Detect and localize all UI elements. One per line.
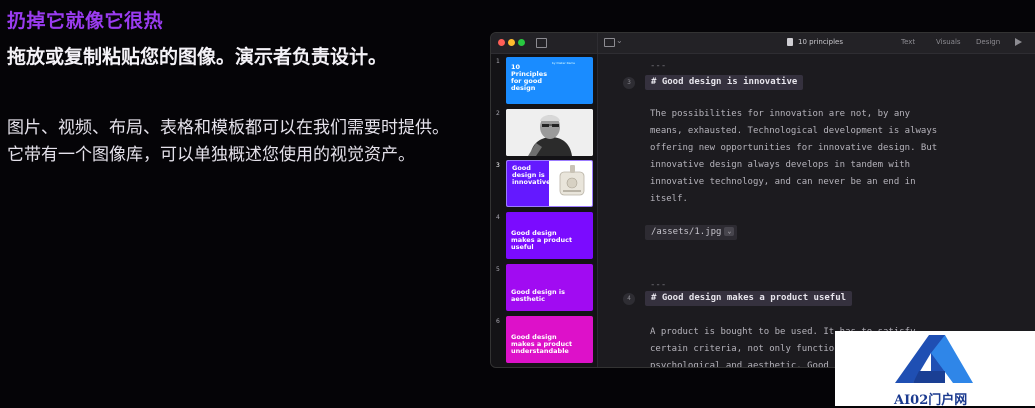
text-line: The possibilities for innovation are not…	[650, 109, 911, 119]
slide-number-badge: 3	[623, 77, 635, 89]
text-line: innovative design always develops in tan…	[650, 160, 911, 170]
minimize-window-button[interactable]	[508, 39, 515, 46]
slide-heading[interactable]: # Good design is innovative	[645, 75, 804, 90]
radio-product-image	[559, 165, 585, 196]
layout-icon[interactable]	[604, 38, 615, 47]
chevron-down-icon[interactable]: ⌄	[724, 227, 735, 236]
play-icon[interactable]	[1015, 38, 1022, 46]
document-icon	[787, 38, 793, 46]
slide-thumbnail-2[interactable]	[506, 109, 593, 156]
slide-thumbnail-text: Good design makes a product useful	[511, 229, 573, 251]
text-line: means, exhausted. Technological developm…	[650, 126, 938, 136]
asset-reference[interactable]: /assets/1.jpg ⌄	[645, 225, 738, 240]
hero-title: 扔掉它就像它很热	[7, 10, 164, 32]
document-title: 10 principles	[798, 38, 843, 46]
slide-number: 5	[496, 266, 500, 273]
text-line: innovative technology, and can never be …	[650, 177, 916, 187]
slide-number: 3	[496, 162, 500, 169]
slide-thumbnail-text: Good design is innovative	[512, 164, 551, 186]
slide-number: 4	[496, 214, 500, 221]
slide-thumbnail-3[interactable]: Good design is innovative	[506, 160, 593, 207]
slide-sidebar: 1 by Dieter Rams 10 Principles for good …	[491, 54, 598, 367]
watermark: AI02门户网	[835, 331, 1035, 408]
slide-number: 1	[496, 58, 500, 65]
tab-design[interactable]: Design	[976, 38, 1000, 46]
slide-thumbnail-text: Good design is aesthetic	[511, 288, 565, 303]
markdown-editor[interactable]: --- 3 # Good design is innovative The po…	[598, 54, 1035, 367]
tab-text[interactable]: Text	[901, 38, 915, 46]
title-bar: ⌄ 10 principles Text Visuals Design	[491, 33, 1035, 54]
slide-separator: ---	[650, 280, 667, 290]
text-line: offering new opportunities for innovativ…	[650, 143, 938, 153]
asset-path: /assets/1.jpg	[651, 227, 722, 237]
watermark-text: AI02门户网	[894, 393, 968, 408]
slide-author: by Dieter Rams	[551, 61, 575, 65]
slide-thumbnail-text: 10 Principles for good design	[511, 63, 548, 92]
slide-body[interactable]: The possibilities for innovation are not…	[650, 106, 990, 208]
slide-number: 6	[496, 318, 500, 325]
slide-number: 2	[496, 110, 500, 117]
portrait-image	[506, 109, 593, 156]
watermark-logo-icon	[895, 335, 973, 383]
close-window-button[interactable]	[498, 39, 505, 46]
slide-thumbnail-4[interactable]: Good design makes a product useful	[506, 212, 593, 259]
slide-thumbnail-text: Good design makes a product understandab…	[511, 333, 573, 355]
hero-subtitle: 拖放或复制粘贴您的图像。演示者负责设计。	[7, 46, 388, 68]
sidebar-toggle-icon[interactable]	[536, 38, 547, 48]
hero-description: 图片、视频、布局、表格和模板都可以在我们需要时提供。它带有一个图像库，可以单独概…	[7, 118, 449, 165]
tab-visuals[interactable]: Visuals	[936, 38, 961, 46]
slide-thumbnail-1[interactable]: by Dieter Rams 10 Principles for good de…	[506, 57, 593, 104]
chevron-down-icon[interactable]: ⌄	[616, 36, 623, 45]
slide-thumbnail-6[interactable]: Good design makes a product understandab…	[506, 316, 593, 363]
slide-heading[interactable]: # Good design makes a product useful	[645, 291, 853, 306]
slide-separator: ---	[650, 61, 667, 71]
slide-number-badge: 4	[623, 293, 635, 305]
text-line: itself.	[650, 194, 688, 204]
zoom-window-button[interactable]	[518, 39, 525, 46]
slide-thumbnail-5[interactable]: Good design is aesthetic	[506, 264, 593, 311]
app-window: ⌄ 10 principles Text Visuals Design 1 by…	[490, 32, 1035, 368]
toolbar-divider	[597, 33, 598, 53]
